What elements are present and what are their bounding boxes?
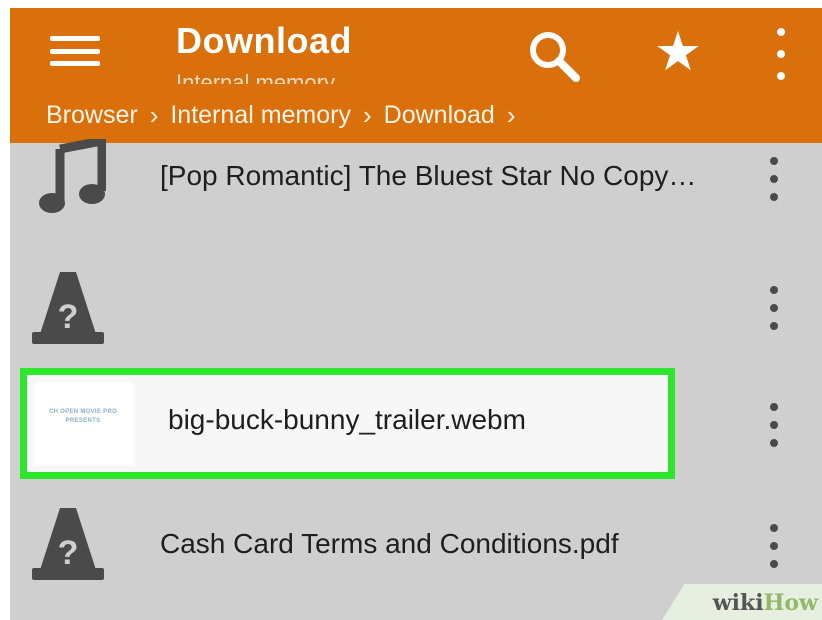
watermark: wikiHow (662, 584, 822, 620)
music-note-icon (30, 135, 107, 219)
star-icon[interactable]: ★ (648, 22, 708, 82)
watermark-text-part: wiki (712, 590, 764, 616)
item-more-options-icon[interactable] (768, 403, 780, 447)
thumbnail-caption: CH OPEN MOVIE PRO PRESENTS (34, 408, 134, 426)
breadcrumb-item-download[interactable]: Download (384, 101, 495, 130)
item-more-options-icon[interactable] (768, 524, 780, 568)
list-item-highlighted[interactable]: CH OPEN MOVIE PRO PRESENTS big-buck-bunn… (20, 368, 675, 479)
item-more-options-icon[interactable] (768, 286, 780, 330)
unknown-file-cone-icon: ? (30, 504, 106, 584)
svg-text:?: ? (58, 534, 79, 572)
chevron-right-icon: › (362, 100, 372, 130)
file-name: big-buck-bunny_trailer.webm (168, 404, 526, 435)
thumbnail-caption-line: PRESENTS (65, 418, 101, 424)
list-item[interactable]: [Pop Romantic] The Bluest Star No Copy… (10, 133, 822, 251)
more-options-icon[interactable] (766, 26, 796, 82)
file-name: Cash Card Terms and Conditions.pdf (160, 528, 619, 559)
file-name: [Pop Romantic] The Bluest Star No Copy… (160, 160, 697, 191)
breadcrumb-item-internal-memory[interactable]: Internal memory (170, 101, 351, 130)
svg-text:?: ? (58, 298, 79, 336)
app-window: Download Internal memory ★ Browser › Int… (10, 8, 822, 620)
toolbar: Download Internal memory ★ Browser › Int… (10, 8, 822, 143)
hamburger-menu-icon[interactable] (46, 28, 104, 74)
unknown-file-cone-icon: ? (30, 268, 106, 348)
search-icon[interactable] (524, 26, 584, 86)
item-more-options-icon[interactable] (768, 157, 780, 201)
list-item[interactable]: ? (10, 248, 822, 366)
thumbnail-caption-line: CH OPEN MOVIE PRO (48, 409, 118, 415)
video-thumbnail: CH OPEN MOVIE PRO PRESENTS (34, 382, 134, 465)
page-subtitle: Internal memory (176, 70, 335, 84)
breadcrumb: Browser › Internal memory › Download › (46, 100, 528, 131)
page-title: Download (176, 20, 352, 61)
breadcrumb-item-browser[interactable]: Browser (46, 101, 138, 130)
unknown-file-cone-icon (56, 616, 76, 620)
chevron-right-icon: › (149, 100, 159, 130)
chevron-right-icon: › (506, 100, 516, 130)
wikihow-logo: wikiHow (713, 590, 818, 616)
watermark-text-part: How (763, 590, 818, 616)
